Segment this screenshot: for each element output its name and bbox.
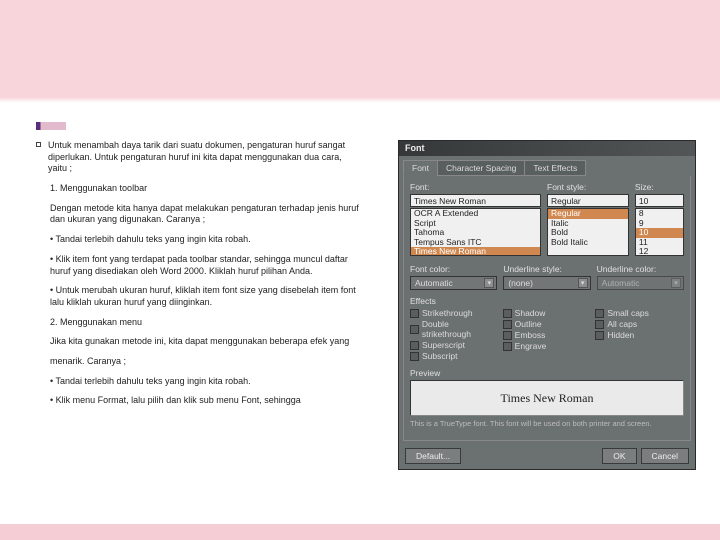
cancel-button[interactable]: Cancel [641,448,689,464]
p3: • Tandai terlebih dahulu teks yang ingin… [50,234,360,246]
font-input[interactable]: Times New Roman [410,194,541,207]
bullet-square-icon [36,142,41,147]
p1: 1. Menggunakan toolbar [50,183,360,195]
chk-all-caps[interactable]: All caps [595,319,684,329]
p2: Dengan metode kita hanya dapat melakukan… [50,203,360,226]
p10: • Klik menu Format, lalu pilih dan klik … [50,395,360,407]
font-color-combo[interactable]: Automatic [410,276,497,290]
chk-emboss[interactable]: Emboss [503,330,592,340]
preview-box: Times New Roman [410,380,684,416]
underline-color-label: Underline color: [597,264,684,274]
tab-text-effects[interactable]: Text Effects [524,160,586,176]
default-button[interactable]: Default... [405,448,461,464]
p7: Jika kita gunakan metode ini, kita dapat… [50,336,360,348]
list-item[interactable]: Times New Roman [411,247,540,256]
font-color-value: Automatic [415,278,453,288]
font-hint: This is a TrueType font. This font will … [410,419,684,428]
font-color-label: Font color: [410,264,497,274]
accent-stripe [36,122,66,130]
size-listbox[interactable]: 8 9 10 11 12 [635,208,684,256]
underline-style-combo[interactable]: (none) [503,276,590,290]
font-listbox[interactable]: OCR A Extended Script Tahoma Tempus Sans… [410,208,541,256]
style-listbox[interactable]: Regular Italic Bold Bold Italic [547,208,629,256]
checkbox-icon [503,342,512,351]
chk-double-strike[interactable]: Double strikethrough [410,319,499,339]
dialog-tabs: Font Character Spacing Text Effects [399,156,695,176]
p4: • Klik item font yang terdapat pada tool… [50,254,360,277]
effects-group: Strikethrough Double strikethrough Super… [410,308,684,362]
p8: menarik. Caranya ; [50,356,360,368]
underline-color-combo[interactable]: Automatic [597,276,684,290]
checkbox-icon [503,320,512,329]
checkbox-icon [595,331,604,340]
p6: 2. Menggunakan menu [50,317,360,329]
dialog-titlebar: Font [399,141,695,156]
chevron-down-icon [578,278,588,288]
checkbox-icon [410,309,419,318]
intro-paragraph: Untuk menambah daya tarik dari suatu dok… [48,140,360,175]
chk-outline[interactable]: Outline [503,319,592,329]
chk-superscript[interactable]: Superscript [410,340,499,350]
tab-body: Font: Times New Roman OCR A Extended Scr… [403,176,691,441]
chevron-down-icon [671,278,681,288]
chk-strikethrough[interactable]: Strikethrough [410,308,499,318]
checkbox-icon [410,352,419,361]
tab-character-spacing[interactable]: Character Spacing [437,160,525,176]
checkbox-icon [595,309,604,318]
chevron-down-icon [484,278,494,288]
checkbox-icon [503,331,512,340]
chk-small-caps[interactable]: Small caps [595,308,684,318]
tab-font[interactable]: Font [403,160,438,176]
checkbox-icon [595,320,604,329]
list-item[interactable]: 12 [636,247,683,256]
effects-label: Effects [410,296,684,306]
underline-style-label: Underline style: [503,264,590,274]
chk-subscript[interactable]: Subscript [410,351,499,361]
ok-button[interactable]: OK [602,448,636,464]
style-label: Font style: [547,182,629,192]
checkbox-icon [410,341,419,350]
document-text: Untuk menambah daya tarik dari suatu dok… [50,140,360,415]
preview-label: Preview [410,368,684,378]
font-dialog: Font Font Character Spacing Text Effects… [398,140,696,470]
p5: • Untuk merubah ukuran huruf, kliklah it… [50,285,360,308]
size-input[interactable]: 10 [635,194,684,207]
size-label: Size: [635,182,684,192]
checkbox-icon [410,325,419,334]
chk-shadow[interactable]: Shadow [503,308,592,318]
underline-style-value: (none) [508,278,533,288]
font-label: Font: [410,182,541,192]
checkbox-icon [503,309,512,318]
style-input[interactable]: Regular [547,194,629,207]
underline-color-value: Automatic [602,278,640,288]
chk-hidden[interactable]: Hidden [595,330,684,340]
chk-engrave[interactable]: Engrave [503,341,592,351]
p9: • Tandai terlebih dahulu teks yang ingin… [50,376,360,388]
list-item[interactable]: Bold Italic [548,238,628,248]
